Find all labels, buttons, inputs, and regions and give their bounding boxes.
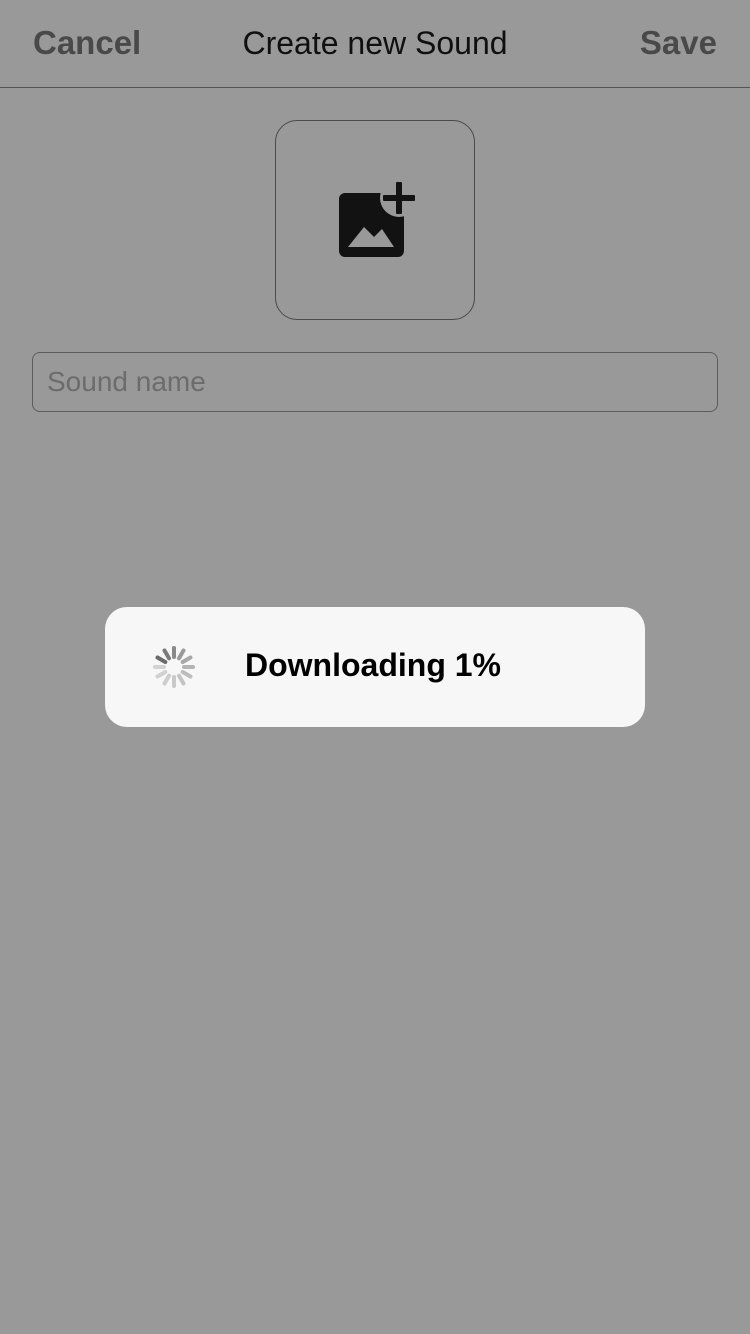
activity-spinner-icon	[153, 646, 195, 688]
download-progress-label: Downloading 1%	[245, 647, 501, 683]
progress-hud: Downloading 1%	[105, 607, 645, 727]
create-sound-screen: Cancel Create new Sound Save Sound name …	[0, 0, 750, 1334]
